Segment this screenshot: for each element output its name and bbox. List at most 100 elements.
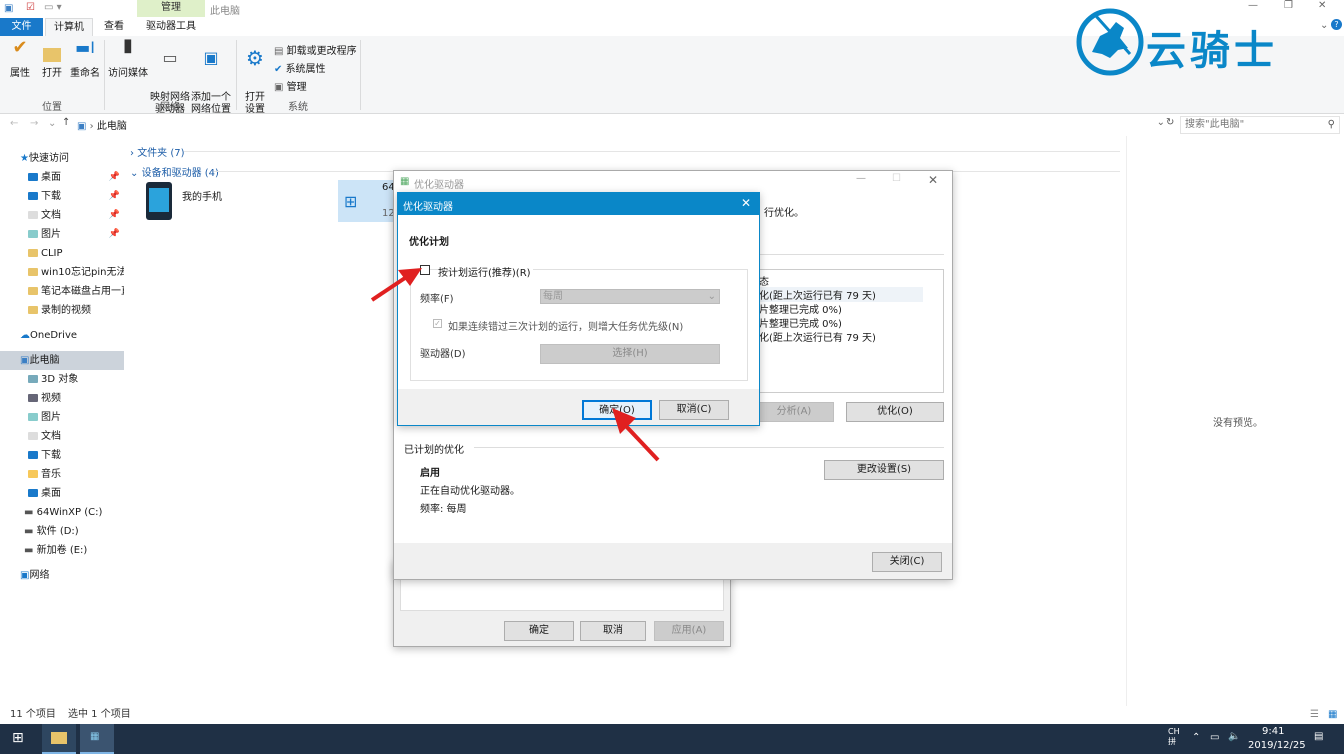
nav-item[interactable]: 文档 📌 — [0, 206, 124, 225]
nav-item[interactable]: ▬ 新加卷 (E:) — [0, 541, 124, 560]
programs-icon: ▤ — [274, 46, 287, 57]
props-ok-button[interactable]: 确定 — [504, 621, 574, 641]
nav-quick-access[interactable]: ★快速访问 — [0, 149, 124, 168]
search-input[interactable]: 搜索"此电脑" ⚲ — [1180, 116, 1340, 134]
change-settings-button[interactable]: 更改设置(S) — [824, 460, 944, 480]
nav-item[interactable]: ▬ 软件 (D:) — [0, 522, 124, 541]
optimize-maximize-button: ☐ — [892, 173, 901, 184]
nav-item[interactable]: 下载 — [0, 446, 124, 465]
nav-item[interactable]: 图片 — [0, 408, 124, 427]
document-icon — [28, 432, 38, 440]
nav-item[interactable]: 下载 📌 — [0, 187, 124, 206]
nav-item[interactable]: win10忘记pin无法开 — [0, 263, 124, 282]
drive-row-status[interactable]: 化(距上次运行已有 79 天) — [759, 287, 923, 302]
optimize-footer — [394, 543, 952, 579]
large-icons-view-icon[interactable]: ▦ — [1328, 706, 1337, 724]
tab-computer[interactable]: 计算机 — [45, 18, 93, 36]
notification-icon[interactable]: ▤ — [1314, 731, 1323, 742]
chevron-down-icon: ⌄ — [707, 291, 716, 302]
chevron-up-icon[interactable]: ⌃ — [1192, 732, 1200, 743]
uninstall-button[interactable]: ▤ 卸载或更改程序 — [274, 42, 357, 57]
drive-row-status[interactable]: 化(距上次运行已有 79 天) — [759, 329, 876, 344]
tab-view[interactable]: 查看 — [96, 18, 132, 36]
status-column-header[interactable]: 态 — [759, 273, 769, 288]
search-icon: ⚲ — [1327, 119, 1335, 130]
phone-icon — [146, 182, 172, 220]
optimize-button[interactable]: 优化(O) — [846, 402, 944, 422]
music-icon — [28, 470, 38, 478]
network-tray-icon[interactable]: ▭ — [1210, 732, 1219, 743]
recent-dropdown-icon[interactable]: ⌄ — [48, 118, 56, 129]
up-icon[interactable]: ↑ — [62, 117, 70, 128]
details-view-icon[interactable]: ☰ — [1310, 706, 1319, 724]
properties-button[interactable]: ✔ 属性 — [6, 37, 34, 80]
nav-item[interactable]: 文档 — [0, 427, 124, 446]
nav-item[interactable]: 桌面 — [0, 484, 124, 503]
desktop-icon — [28, 489, 38, 497]
props-cancel-button[interactable]: 取消 — [580, 621, 646, 641]
download-icon — [28, 192, 38, 200]
preview-pane: 没有预览。 — [1126, 136, 1344, 706]
input-method[interactable]: CH 拼 — [1168, 727, 1180, 747]
window-title: 此电脑 — [210, 6, 240, 17]
nav-this-pc[interactable]: ▣此电脑 — [0, 351, 124, 370]
nav-network[interactable]: ▣网络 — [0, 566, 124, 585]
volume-icon[interactable]: 🔈 — [1228, 731, 1240, 742]
rename-button[interactable]: ▬I 重命名 — [68, 40, 102, 80]
frequency-select: 每周 ⌄ — [540, 289, 720, 304]
nav-item[interactable]: ▬ 64WinXP (C:) — [0, 503, 124, 522]
forward-icon[interactable]: → — [30, 118, 38, 129]
open-button[interactable]: 打开 — [38, 42, 66, 80]
windows-drive-icon: ⊞ — [344, 192, 358, 211]
watermark-logo: 云骑士 — [1074, 2, 1344, 80]
back-icon[interactable]: ← — [10, 118, 18, 129]
pictures-icon — [28, 413, 38, 421]
nav-item[interactable]: CLIP — [0, 244, 124, 263]
system-properties-button[interactable]: ✔ 系统属性 — [274, 60, 326, 75]
drive-row-status[interactable]: 片整理已完成 0%) — [759, 301, 842, 316]
optimize-taskbar-button[interactable]: ▦ — [80, 724, 114, 754]
clock-time[interactable]: 9:41 — [1262, 726, 1284, 737]
optimize-minimize-button[interactable]: — — [856, 173, 866, 184]
optimize-close-bottom-button[interactable]: 关闭(C) — [872, 552, 942, 572]
missed-runs-label: 如果连续错过三次计划的运行，则增大任务优先级(N) — [448, 322, 684, 333]
dialog-close-icon[interactable]: ✕ — [741, 196, 751, 210]
nav-onedrive[interactable]: ☁OneDrive — [0, 326, 124, 345]
run-schedule-label[interactable]: 按计划运行(推荐)(R) — [438, 264, 533, 279]
optimize-close-button[interactable]: ✕ — [928, 173, 938, 187]
group-devices[interactable]: ⌄ 设备和驱动器 (4) — [130, 164, 219, 179]
nav-item[interactable]: 录制的视频 — [0, 301, 124, 320]
clock-date[interactable]: 2019/12/25 — [1248, 740, 1306, 751]
access-media-label: 访问媒体 — [108, 68, 148, 79]
address-input[interactable]: ▣ › 此电脑 ⌄ — [76, 116, 1165, 134]
pc-icon: ▣ — [77, 121, 87, 132]
dialog-cancel-button[interactable]: 取消(C) — [659, 400, 729, 420]
explorer-taskbar-button[interactable] — [42, 724, 76, 754]
refresh-icon[interactable]: ↻ — [1166, 117, 1174, 128]
nav-item[interactable]: 3D 对象 — [0, 370, 124, 389]
address-dropdown-icon[interactable]: ⌄ — [1157, 117, 1165, 128]
manage-button[interactable]: ▣ 管理 — [274, 78, 307, 93]
toolbar-dropdown-icon[interactable]: ▭ ▾ — [44, 2, 62, 13]
windows-start-icon[interactable]: ⊞ — [12, 730, 24, 746]
choose-drives-button: 选择(H) — [540, 344, 720, 364]
chevron-down-icon: ⌄ — [130, 168, 139, 179]
quick-access-toolbar-icon[interactable]: ☑ — [26, 2, 35, 13]
access-media-button[interactable]: ▮ 访问媒体 — [108, 37, 148, 80]
group-folders[interactable]: › 文件夹 (7) — [130, 144, 185, 159]
properties-icon: ✔ — [12, 37, 28, 58]
analyze-button: 分析(A) — [754, 402, 834, 422]
nav-item[interactable]: 视频 — [0, 389, 124, 408]
nav-item[interactable]: 桌面 📌 — [0, 168, 124, 187]
drive-item-selected[interactable]: ⊞ 64 12 — [338, 180, 395, 222]
breadcrumb-this-pc[interactable]: 此电脑 — [97, 121, 127, 132]
phone-label[interactable]: 我的手机 — [182, 188, 222, 203]
drive-row-status[interactable]: 片整理已完成 0%) — [759, 315, 842, 330]
taskbar: ⊞ ▦ CH 拼 ⌃ ▭ 🔈 9:41 2019/12/25 ▤ — [0, 724, 1344, 754]
nav-item[interactable]: 图片 📌 — [0, 225, 124, 244]
app-icon: ▣ — [4, 3, 14, 14]
tab-file[interactable]: 文件 — [0, 18, 43, 36]
nav-item[interactable]: 笔记本磁盘占用一直 — [0, 282, 124, 301]
nav-item[interactable]: 音乐 — [0, 465, 124, 484]
tab-drive-tools[interactable]: 驱动器工具 — [137, 18, 205, 36]
